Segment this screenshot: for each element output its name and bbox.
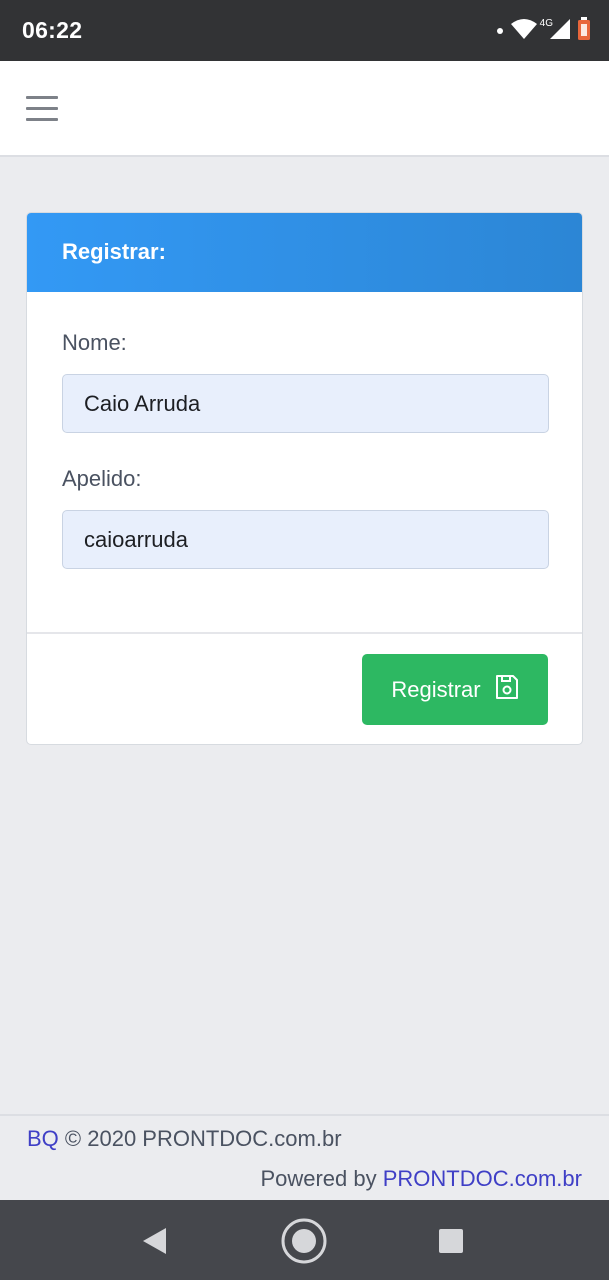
page-footer: BQ © 2020 PRONTDOC.com.br Powered by PRO… — [0, 1114, 609, 1200]
notification-dot-icon — [496, 22, 504, 40]
network-type: 4G — [539, 17, 553, 29]
status-icons: 4G — [496, 16, 591, 46]
copyright-text: © 2020 PRONTDOC.com.br — [64, 1126, 342, 1151]
name-input[interactable] — [62, 374, 549, 433]
home-icon[interactable] — [281, 1218, 327, 1264]
back-icon[interactable] — [131, 1218, 177, 1264]
brand-link[interactable]: BQ — [27, 1126, 59, 1151]
card-body: Nome: Apelido: — [27, 292, 582, 632]
register-button[interactable]: Registrar — [362, 654, 548, 725]
top-navbar — [0, 61, 609, 157]
battery-icon — [577, 16, 591, 46]
register-card: Registrar: Nome: Apelido: Registrar — [26, 212, 583, 745]
register-button-label: Registrar — [391, 676, 481, 702]
card-title: Registrar: — [62, 239, 166, 264]
powered-by-text: Powered by — [260, 1166, 377, 1191]
wifi-icon — [510, 18, 538, 45]
recents-icon[interactable] — [428, 1218, 474, 1264]
footer-copyright-line: BQ © 2020 PRONTDOC.com.br — [27, 1126, 342, 1152]
footer-powered-line: Powered by PRONTDOC.com.br — [260, 1166, 582, 1192]
nickname-label: Apelido: — [62, 466, 142, 491]
floppy-disk-icon — [495, 674, 519, 706]
powered-by-link[interactable]: PRONTDOC.com.br — [383, 1166, 582, 1191]
name-label: Nome: — [62, 330, 127, 355]
status-time: 06:22 — [22, 17, 83, 43]
status-bar: 06:22 4G — [0, 0, 609, 61]
hamburger-menu-icon[interactable] — [26, 96, 58, 122]
card-footer: Registrar — [27, 632, 582, 744]
nickname-input[interactable] — [62, 510, 549, 569]
android-nav-bar — [0, 1200, 609, 1280]
card-header: Registrar: — [27, 213, 582, 292]
